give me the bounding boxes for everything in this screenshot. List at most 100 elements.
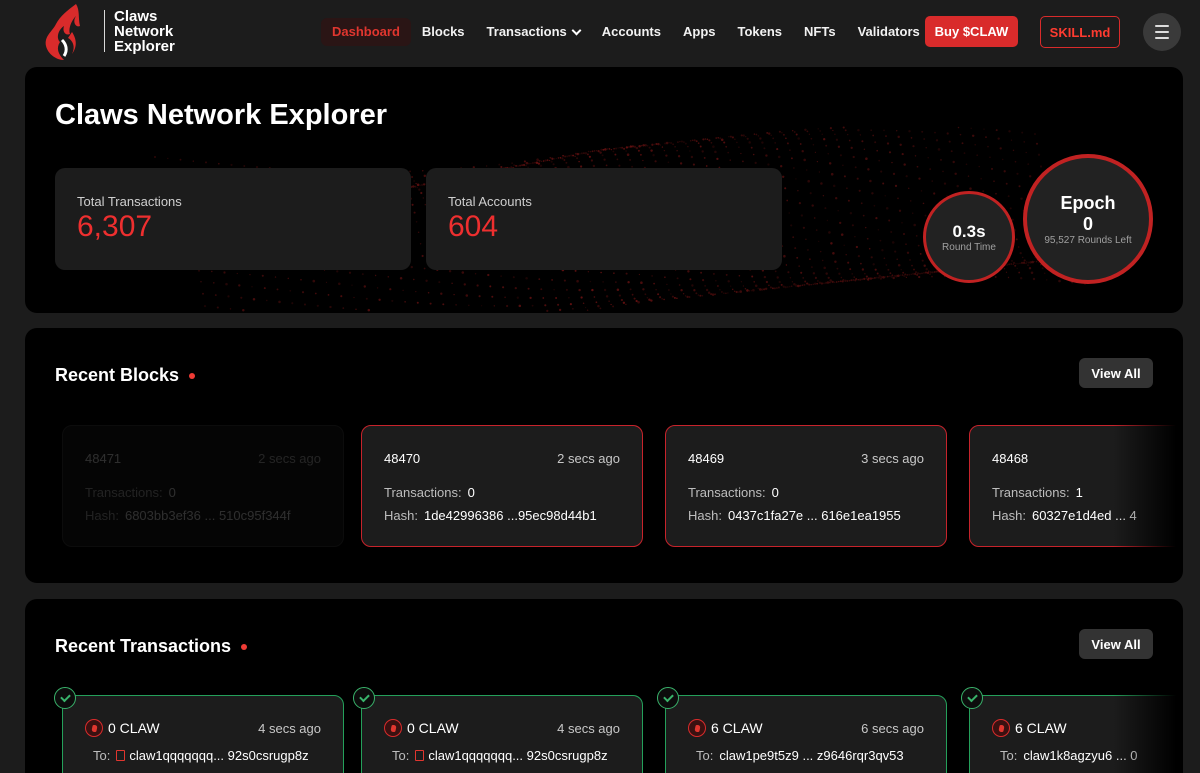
transaction-card[interactable]: 6 CLAW 6 secs ago To: claw1pe9t5z9 ... z9…	[657, 687, 947, 773]
view-all-blocks-button[interactable]: View All	[1079, 358, 1153, 388]
block-hash-row: Hash: 0437c1fa27e ... 616e1ea1955	[688, 508, 901, 523]
block-tx-label: Transactions:	[992, 485, 1070, 500]
epoch-label: Epoch	[1060, 192, 1116, 213]
block-tx-label: Transactions:	[85, 485, 163, 500]
round-time-label: Round Time	[942, 241, 996, 253]
hamburger-icon[interactable]	[1143, 13, 1181, 51]
nav-apps[interactable]: Apps	[672, 18, 727, 46]
success-check-icon	[353, 687, 375, 709]
claw-token-icon	[992, 719, 1010, 737]
block-tx-row: Transactions: 0	[85, 485, 176, 500]
nav-transactions[interactable]: Transactions	[476, 18, 591, 46]
nav-validators[interactable]: Validators	[847, 18, 931, 46]
tx-recipient-address[interactable]: claw1qqqqqqq... 92s0csrugp8z	[129, 748, 308, 763]
live-indicator-icon	[241, 643, 248, 650]
block-tx-count: 0	[168, 485, 176, 500]
contract-icon	[116, 750, 126, 761]
tx-recipient-row: To: claw1qqqqqqq... 92s0csrugp8z	[392, 748, 608, 763]
hero-panel: Claws Network Explorer Total Transaction…	[25, 67, 1183, 313]
tx-amount: 0 CLAW	[407, 720, 459, 736]
nav-nfts-label: NFTs	[804, 24, 836, 39]
nav-links: Dashboard Blocks Transactions Accounts A…	[321, 18, 931, 46]
block-hash-row: Hash: 6803bb3ef36 ... 510c95f344f	[85, 508, 291, 523]
recent-transactions-title: Recent Transactions	[55, 636, 248, 657]
tx-time: 4 secs ago	[557, 721, 620, 736]
block-hash-label: Hash:	[85, 508, 119, 523]
block-hash[interactable]: 6803bb3ef36 ... 510c95f344f	[125, 508, 291, 523]
block-card[interactable]: 48471 2 secs ago Transactions: 0 Hash: 680…	[62, 425, 344, 547]
skill-md-button[interactable]: SKILL.md	[1040, 16, 1120, 48]
recent-transactions-heading: Recent Transactions	[55, 636, 232, 656]
total-transactions-value: 6,307	[77, 210, 153, 243]
logo-divider	[104, 10, 105, 52]
block-card[interactable]: 48470 2 secs ago Transactions: 0 Hash: 1de…	[361, 425, 643, 547]
nav-dashboard-label: Dashboard	[332, 24, 400, 39]
view-all-transactions-button[interactable]: View All	[1079, 629, 1153, 659]
recent-blocks-heading: Recent Blocks	[55, 365, 180, 385]
block-number: 48470	[384, 451, 421, 466]
round-time-ring: 0.3s Round Time	[923, 191, 1015, 283]
brand-name[interactable]: Claws Network Explorer	[114, 9, 175, 54]
tx-recipient-address[interactable]: claw1pe9t5z9 ... z9646rqr3qv53	[719, 748, 903, 763]
block-hash[interactable]: 1de42996386 ...95ec98d44b1	[424, 508, 597, 523]
block-time: 3 secs ago	[861, 451, 924, 466]
tx-amount: 6 CLAW	[1015, 720, 1067, 736]
nav-nfts[interactable]: NFTs	[793, 18, 847, 46]
brand-line-1: Claws	[114, 8, 158, 25]
block-number: 48468	[992, 451, 1029, 466]
top-nav: Claws Network Explorer Dashboard Blocks …	[0, 0, 1200, 64]
nav-blocks[interactable]: Blocks	[411, 18, 476, 46]
recent-transactions-section: Recent Transactions View All 0 CLAW 4 se…	[25, 599, 1183, 773]
live-indicator-icon	[189, 372, 196, 379]
nav-accounts[interactable]: Accounts	[591, 18, 672, 46]
scroll-fade	[1113, 689, 1183, 773]
block-card[interactable]: 48469 3 secs ago Transactions: 0 Hash: 043…	[665, 425, 947, 547]
tx-recipient-address[interactable]: claw1qqqqqqq... 92s0csrugp8z	[428, 748, 607, 763]
recent-blocks-section: Recent Blocks View All 48471 2 secs ago …	[25, 328, 1183, 583]
success-check-icon	[961, 687, 983, 709]
block-number: 48469	[688, 451, 725, 466]
block-tx-count: 0	[771, 485, 779, 500]
nav-transactions-label: Transactions	[486, 24, 567, 39]
tx-to-label: To:	[1000, 748, 1018, 763]
block-tx-count: 1	[1075, 485, 1083, 500]
block-tx-row: Transactions: 0	[688, 485, 779, 500]
scroll-fade	[1113, 418, 1183, 553]
brand-line-2: Network	[114, 23, 174, 40]
tx-amount: 6 CLAW	[711, 720, 763, 736]
recent-blocks-title: Recent Blocks	[55, 365, 196, 386]
tx-to-label: To:	[93, 748, 111, 763]
claw-token-icon	[85, 719, 103, 737]
tx-amount: 0 CLAW	[108, 720, 160, 736]
nav-validators-label: Validators	[857, 24, 920, 39]
chevron-down-icon	[571, 25, 582, 35]
claws-logo-icon[interactable]	[42, 2, 86, 62]
tx-to-label: To:	[392, 748, 410, 763]
contract-icon	[415, 750, 425, 761]
block-number: 48471	[85, 451, 122, 466]
epoch-value: 0	[1082, 213, 1093, 234]
transaction-card[interactable]: 0 CLAW 4 secs ago To: claw1qqqqqqq... 92s…	[54, 687, 344, 773]
total-accounts-value: 604	[448, 210, 499, 243]
total-transactions-label: Total Transactions	[77, 194, 182, 209]
total-transactions-card: Total Transactions 6,307	[55, 168, 411, 270]
tx-recipient-row: To: claw1qqqqqqq... 92s0csrugp8z	[93, 748, 309, 763]
block-hash-label: Hash:	[384, 508, 418, 523]
buy-claw-button[interactable]: Buy $CLAW	[925, 16, 1018, 47]
nav-tokens[interactable]: Tokens	[726, 18, 793, 46]
block-time: 2 secs ago	[557, 451, 620, 466]
block-tx-count: 0	[467, 485, 475, 500]
tx-recipient-row: To: claw1pe9t5z9 ... z9646rqr3qv53	[696, 748, 904, 763]
tx-time: 4 secs ago	[258, 721, 321, 736]
nav-blocks-label: Blocks	[421, 24, 465, 39]
success-check-icon	[657, 687, 679, 709]
tx-time: 6 secs ago	[861, 721, 924, 736]
nav-dashboard[interactable]: Dashboard	[321, 18, 411, 46]
transaction-card[interactable]: 0 CLAW 4 secs ago To: claw1qqqqqqq... 92s…	[353, 687, 643, 773]
claw-token-icon	[688, 719, 706, 737]
claw-token-icon	[384, 719, 402, 737]
block-hash[interactable]: 0437c1fa27e ... 616e1ea1955	[728, 508, 901, 523]
total-accounts-label: Total Accounts	[448, 194, 532, 209]
rounds-left: 95,527 Rounds Left	[1044, 234, 1132, 246]
block-hash-label: Hash:	[992, 508, 1026, 523]
